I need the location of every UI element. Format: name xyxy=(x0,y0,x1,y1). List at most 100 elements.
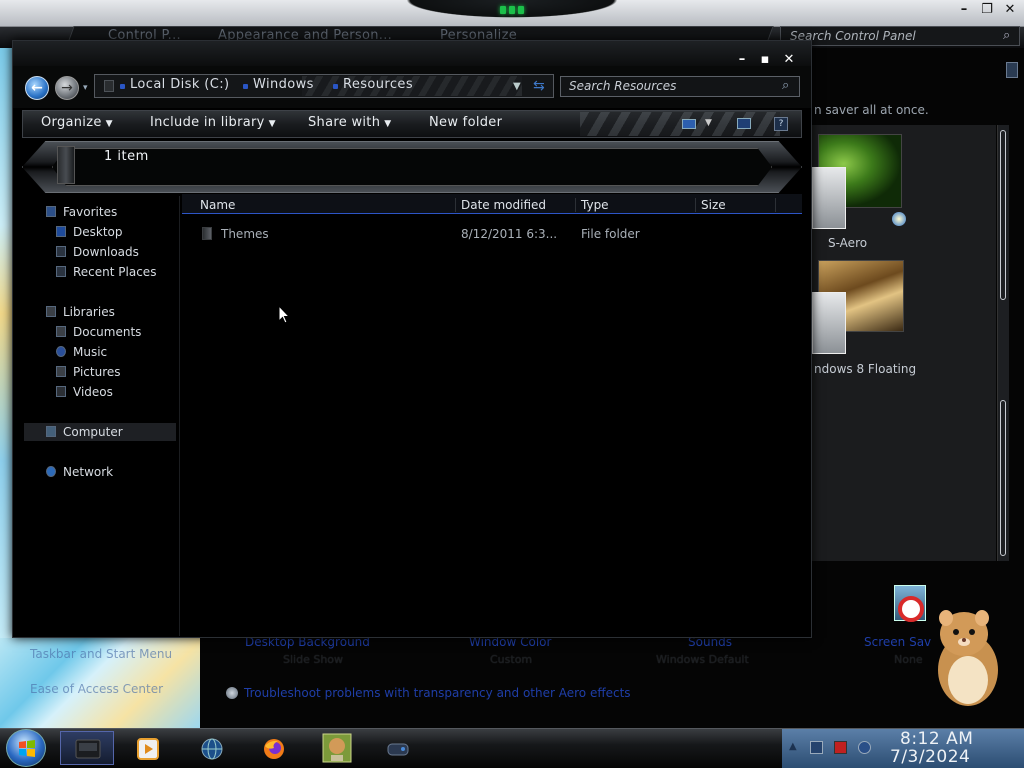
nav-recent-places[interactable]: Recent Places xyxy=(73,265,156,279)
column-header-size[interactable]: Size xyxy=(701,198,726,212)
refresh-icon[interactable]: ⇆ xyxy=(533,78,545,94)
libraries-icon xyxy=(46,306,56,317)
search-icon[interactable]: ⌕ xyxy=(1003,28,1010,43)
navigation-pane xyxy=(22,196,180,636)
computer-icon xyxy=(46,426,56,437)
scrollbar-thumb[interactable] xyxy=(1000,400,1006,556)
file-name[interactable]: Themes xyxy=(221,227,269,241)
share-with-label: Share with xyxy=(308,115,381,130)
volume-icon[interactable] xyxy=(858,741,871,754)
include-in-library-label: Include in library xyxy=(150,115,265,130)
explorer-title-bar[interactable] xyxy=(13,41,811,67)
organize-label: Organize xyxy=(41,115,102,130)
maximize-button[interactable]: ▪ xyxy=(757,53,773,66)
breadcrumb-local-disk[interactable]: Local Disk (C:) xyxy=(130,77,229,92)
nav-libraries[interactable]: Libraries xyxy=(63,305,115,319)
scrollbar-track-top xyxy=(1000,130,1006,300)
forward-button[interactable]: → xyxy=(55,76,79,100)
breadcrumb-separator[interactable] xyxy=(333,84,338,89)
nav-favorites[interactable]: Favorites xyxy=(63,205,117,219)
breadcrumb-separator[interactable] xyxy=(120,84,125,89)
share-with-button[interactable]: Share with ▼ xyxy=(308,115,391,130)
help-icon[interactable]: ? xyxy=(774,117,788,131)
include-in-library-button[interactable]: Include in library ▼ xyxy=(150,115,276,130)
column-header-name[interactable]: Name xyxy=(200,198,235,212)
nav-desktop[interactable]: Desktop xyxy=(73,225,123,239)
gamepad-icon[interactable] xyxy=(386,738,410,760)
theme-label[interactable]: S-Aero xyxy=(828,236,867,250)
nav-music[interactable]: Music xyxy=(73,345,107,359)
media-player-icon[interactable] xyxy=(136,738,160,760)
firefox-icon[interactable] xyxy=(262,738,286,760)
recent-places-icon xyxy=(56,266,66,277)
nav-videos[interactable]: Videos xyxy=(73,385,113,399)
column-divider[interactable] xyxy=(575,198,576,212)
file-date-modified: 8/12/2011 6:3... xyxy=(461,227,558,241)
show-hidden-icons-button[interactable]: ▲ xyxy=(789,741,797,752)
taskbar-explorer-button[interactable] xyxy=(60,731,114,765)
desktop-background-value: Slide Show xyxy=(283,653,344,666)
videos-icon xyxy=(56,386,66,397)
windows-logo-icon xyxy=(892,212,906,226)
search-icon[interactable]: ⌕ xyxy=(782,78,789,93)
close-button[interactable]: ✕ xyxy=(781,53,797,66)
hamster-box-icon[interactable] xyxy=(322,733,352,763)
window-color-value: Custom xyxy=(490,653,533,666)
pictures-icon xyxy=(56,366,66,377)
cp-minimize-button[interactable]: – xyxy=(955,2,973,18)
column-divider[interactable] xyxy=(775,198,776,212)
action-center-icon[interactable] xyxy=(834,741,847,754)
start-button[interactable] xyxy=(6,729,46,767)
column-divider[interactable] xyxy=(695,198,696,212)
change-view-icon[interactable] xyxy=(682,119,696,129)
details-banner-inner xyxy=(52,148,772,186)
taskbar-start-menu-link[interactable]: Taskbar and Start Menu xyxy=(30,647,180,661)
breadcrumb-separator[interactable] xyxy=(243,84,248,89)
globe-icon[interactable] xyxy=(200,738,224,760)
screen-saver-link[interactable]: Screen Sav xyxy=(864,635,931,649)
column-header-type[interactable]: Type xyxy=(581,198,609,212)
column-header-date-modified[interactable]: Date modified xyxy=(461,198,546,212)
nav-downloads[interactable]: Downloads xyxy=(73,245,139,259)
network-tray-icon[interactable] xyxy=(810,741,823,754)
back-button[interactable]: ← xyxy=(25,76,49,100)
search-placeholder: Search Resources xyxy=(569,79,677,93)
drive-icon xyxy=(104,80,114,92)
theme-label[interactable]: ndows 8 Floating xyxy=(814,362,916,376)
column-divider[interactable] xyxy=(455,198,456,212)
clock-date[interactable]: 7/3/2024 xyxy=(890,747,970,767)
desktop-icon xyxy=(56,226,66,237)
address-dropdown-icon[interactable]: ▼ xyxy=(513,81,521,92)
organize-button[interactable]: Organize ▼ xyxy=(41,115,113,130)
screen-saver-value: None xyxy=(894,653,923,666)
chevron-down-icon: ▼ xyxy=(105,119,113,129)
hamster-gadget-icon[interactable] xyxy=(924,604,1008,708)
nav-pictures[interactable]: Pictures xyxy=(73,365,121,379)
nav-documents[interactable]: Documents xyxy=(73,325,141,339)
troubleshoot-link[interactable]: Troubleshoot problems with transparency … xyxy=(244,686,631,700)
nav-computer[interactable]: Computer xyxy=(63,425,123,439)
network-icon xyxy=(46,466,56,477)
preview-pane-icon[interactable] xyxy=(737,118,751,129)
help-icon[interactable] xyxy=(1006,62,1018,78)
new-folder-button[interactable]: New folder xyxy=(429,115,502,130)
view-options-dropdown[interactable]: ▼ xyxy=(705,118,712,128)
breadcrumb-resources[interactable]: Resources xyxy=(343,77,413,92)
minimize-button[interactable]: – xyxy=(734,53,750,66)
favorites-star-icon xyxy=(46,206,56,217)
clock-time[interactable]: 8:12 AM xyxy=(900,729,973,749)
recent-pages-dropdown[interactable]: ▾ xyxy=(83,83,88,93)
nav-network[interactable]: Network xyxy=(63,465,113,479)
chevron-down-icon: ▼ xyxy=(268,119,276,129)
chevron-down-icon: ▼ xyxy=(384,119,392,129)
ease-of-access-link[interactable]: Ease of Access Center xyxy=(30,682,170,696)
file-type: File folder xyxy=(581,227,640,241)
music-icon xyxy=(56,346,66,357)
breadcrumb-windows[interactable]: Windows xyxy=(253,77,314,92)
theme-window-preview xyxy=(812,292,846,354)
folder-icon xyxy=(202,227,212,240)
cp-close-button[interactable]: ✕ xyxy=(1001,2,1019,18)
downloads-icon xyxy=(56,246,66,257)
cp-maximize-button[interactable]: ❐ xyxy=(978,2,996,18)
theme-window-preview xyxy=(812,167,846,229)
